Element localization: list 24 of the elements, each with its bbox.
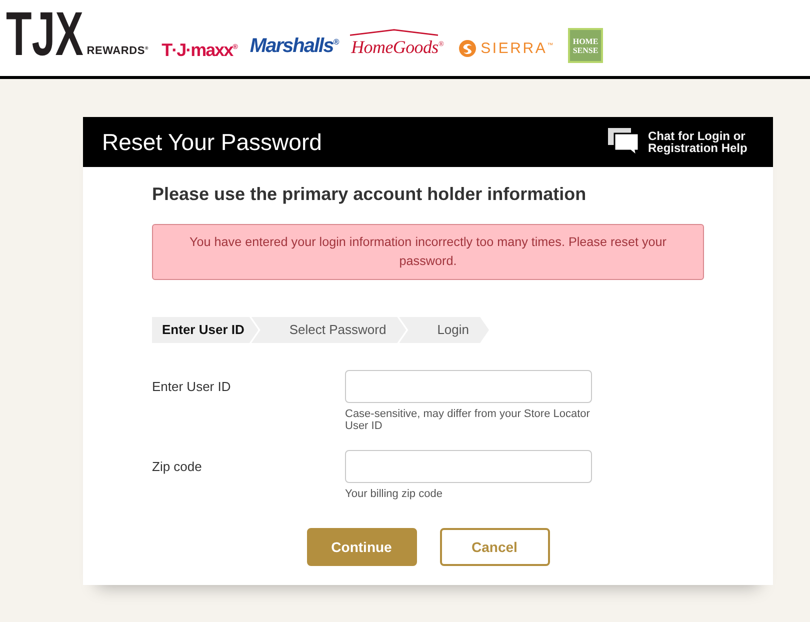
text-input[interactable] — [345, 370, 592, 403]
chat-bubbles-icon — [608, 128, 639, 156]
text-input[interactable] — [345, 450, 592, 483]
roof-line-icon — [350, 29, 438, 36]
section-heading: Please use the primary account holder information — [152, 184, 588, 204]
secondary-button[interactable]: Cancel — [440, 528, 550, 566]
brand-logo: T·J·maxx$^{®}$ — [162, 40, 237, 60]
brand-logo: HomeGoods$^{®}$ — [351, 37, 444, 57]
brand-logo: TJX — [6, 11, 84, 59]
progress-step: Select Password — [251, 317, 406, 343]
primary-button[interactable]: Continue — [306, 528, 416, 566]
progress-step: Enter User ID — [152, 317, 258, 343]
field-label: Zip code — [152, 458, 202, 476]
error-alert: You have entered your login information incorrectly too many times. Please reset your password. — [152, 224, 704, 280]
chat-help-link[interactable]: Chat for Login or Registration Help — [648, 130, 749, 154]
progress-step: Login — [399, 317, 490, 343]
field-label: Enter User ID — [152, 378, 231, 396]
brand-logo: SIERRA$^{™}$ — [480, 40, 556, 56]
swirl-circle-icon — [458, 40, 476, 57]
field-hint: Your billing zip code — [345, 488, 444, 500]
brand-logo: Marshalls$^{®}$ — [250, 35, 338, 57]
field-hint: Case-sensitive, may differ from your Store Locator User ID — [345, 408, 591, 432]
page-title: Reset Your Password — [102, 128, 322, 156]
logo-tile: HOME SENSE — [568, 28, 604, 63]
